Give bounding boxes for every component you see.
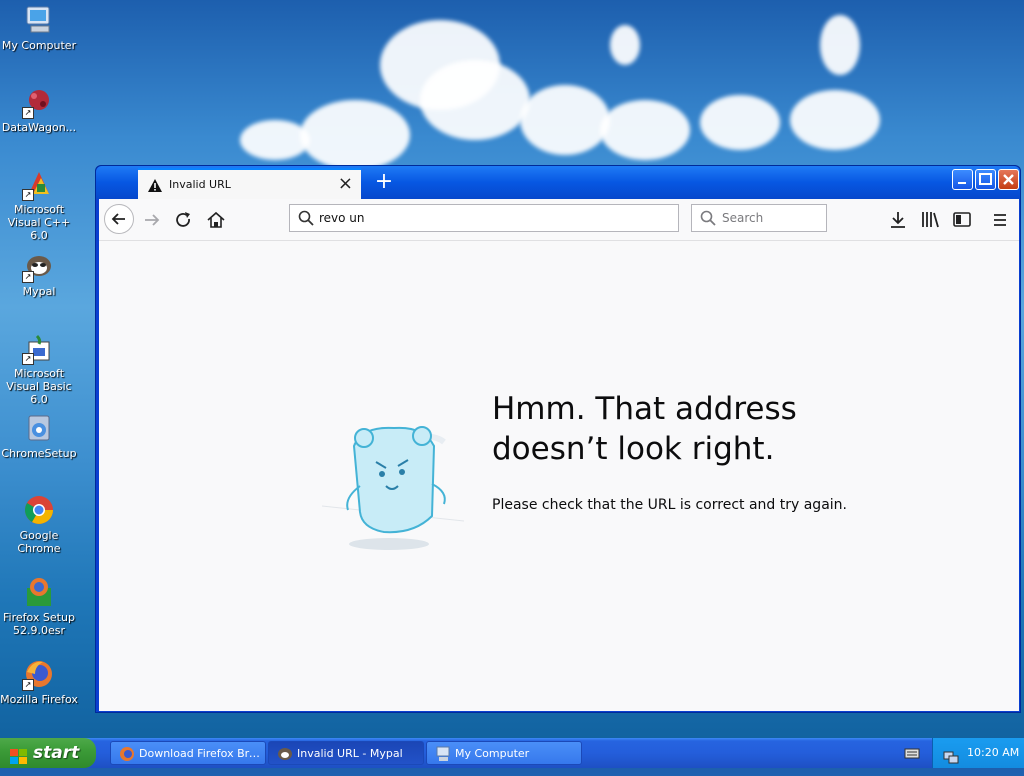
new-tab-button[interactable]: + [370, 168, 398, 196]
forward-button[interactable] [139, 207, 165, 233]
browser-window: Invalid URL × + revo un Search Hmm. That… [95, 165, 1021, 713]
clock[interactable]: 10:20 AM [967, 746, 1019, 759]
taskbar-item-invalid-url-mypal[interactable]: Invalid URL - Mypal [268, 741, 424, 765]
windows-logo-icon [10, 745, 28, 775]
url-bar[interactable] [289, 204, 679, 232]
menu-button[interactable] [987, 207, 1013, 233]
desktop-icon-datawagon[interactable]: ↗ DataWagon... [0, 86, 78, 134]
desktop-icon-mypal[interactable]: ↗ Mypal [0, 250, 78, 298]
start-label: start [33, 743, 80, 763]
visual-basic-icon: ↗ [22, 332, 55, 365]
firefox-icon: ↗ [22, 658, 55, 691]
window-close-button[interactable] [998, 169, 1019, 190]
desktop-icon-mozilla-firefox[interactable]: ↗ Mozilla Firefox [0, 658, 78, 706]
search-bar[interactable] [691, 204, 827, 232]
desktop-icon-google-chrome[interactable]: Google Chrome [0, 494, 78, 555]
visual-cpp-icon: ↗ [22, 168, 55, 201]
home-button[interactable] [203, 207, 229, 233]
network-icon[interactable] [943, 746, 959, 776]
taskbar-item-my-computer[interactable]: My Computer [426, 741, 582, 765]
library-button[interactable] [917, 207, 943, 233]
tab-title: Invalid URL [169, 178, 231, 191]
firefox-icon [119, 746, 135, 764]
taskbar: start Download Firefox Bro... Invalid UR… [0, 738, 1024, 768]
minimize-button[interactable] [952, 169, 973, 190]
page-content: Hmm. That address doesn’t look right. Pl… [99, 241, 1019, 711]
desktop-icon-firefox-setup[interactable]: Firefox Setup 52.9.0esr [0, 576, 78, 637]
search-icon [700, 210, 716, 229]
chrome-setup-icon [23, 412, 55, 444]
navigation-toolbar [99, 199, 1019, 241]
datawagon-icon: ↗ [22, 86, 55, 119]
firefox-setup-icon [23, 576, 55, 608]
mypal-icon: ↗ [22, 250, 55, 283]
desktop-icon-my-computer[interactable]: My Computer [0, 4, 78, 52]
mypal-icon [277, 746, 293, 764]
desktop-icon-chrome-setup[interactable]: ChromeSetup [0, 412, 78, 460]
confused-hamster-illustration [314, 406, 474, 559]
my-computer-icon [23, 4, 55, 36]
my-computer-icon [435, 746, 451, 764]
warning-icon [148, 179, 162, 195]
desktop-icon-visual-cpp[interactable]: ↗ Microsoft Visual C++ 6.0 [0, 168, 78, 242]
reload-button[interactable] [171, 207, 197, 233]
tab-close-button[interactable]: × [338, 173, 353, 194]
start-button[interactable]: start [0, 738, 96, 768]
system-tray: 10:20 AM [932, 738, 1024, 768]
downloads-button[interactable] [885, 207, 911, 233]
taskbar-item-download-firefox[interactable]: Download Firefox Bro... [110, 741, 266, 765]
error-description: Please check that the URL is correct and… [492, 497, 847, 513]
tab-invalid-url[interactable]: Invalid URL × [138, 168, 361, 199]
url-input[interactable] [319, 209, 669, 227]
search-icon [298, 210, 314, 229]
desktop-icon-visual-basic[interactable]: ↗ Microsoft Visual Basic 6.0 [0, 332, 78, 406]
search-input[interactable] [722, 209, 820, 227]
maximize-button[interactable] [975, 169, 996, 190]
back-button[interactable] [104, 204, 134, 234]
tab-strip: Invalid URL × + [96, 166, 1020, 199]
error-title: Hmm. That address doesn’t look right. [492, 391, 797, 467]
sidebar-toggle-button[interactable] [949, 207, 975, 233]
keyboard-icon[interactable] [904, 746, 920, 763]
google-chrome-icon [23, 494, 55, 526]
